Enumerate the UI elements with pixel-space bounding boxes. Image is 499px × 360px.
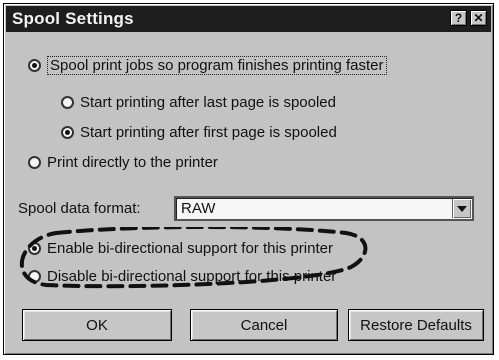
start-after-first-radio[interactable] (61, 126, 74, 139)
enable-bidi-label: Enable bi-directional support for this p… (47, 240, 333, 257)
spool-settings-dialog: Spool Settings ? ✕ Spool print jobs so p… (3, 3, 494, 355)
spool-label: Spool print jobs so program finishes pri… (47, 56, 387, 75)
start-after-last-radio[interactable] (61, 96, 74, 109)
title-bar: Spool Settings ? ✕ (6, 6, 491, 32)
disable-bidi-label: Disable bi-directional support for this … (47, 268, 337, 285)
start-after-last-label: Start printing after last page is spoole… (80, 94, 336, 111)
spool-radio[interactable] (28, 59, 41, 72)
start-after-first-label: Start printing after first page is spool… (80, 124, 337, 141)
print-direct-label: Print directly to the printer (47, 154, 218, 171)
enable-bidi-radio[interactable] (28, 242, 41, 255)
spool-option[interactable]: Spool print jobs so program finishes pri… (28, 56, 387, 75)
disable-bidi-radio[interactable] (28, 270, 41, 283)
chevron-down-icon[interactable] (452, 199, 471, 218)
enable-bidi-option[interactable]: Enable bi-directional support for this p… (28, 240, 333, 257)
spool-format-select[interactable]: RAW (174, 196, 474, 221)
print-direct-radio[interactable] (28, 156, 41, 169)
dialog-title: Spool Settings (12, 9, 134, 28)
spool-format-label: Spool data format: (18, 200, 141, 217)
ok-button[interactable]: OK (22, 309, 172, 341)
restore-defaults-button[interactable]: Restore Defaults (348, 309, 484, 341)
print-direct-option[interactable]: Print directly to the printer (28, 154, 218, 171)
close-icon[interactable]: ✕ (470, 10, 487, 26)
start-after-last-option[interactable]: Start printing after last page is spoole… (61, 94, 336, 111)
start-after-first-option[interactable]: Start printing after first page is spool… (61, 124, 337, 141)
spool-format-value: RAW (181, 200, 216, 217)
cancel-button[interactable]: Cancel (190, 309, 338, 341)
disable-bidi-option[interactable]: Disable bi-directional support for this … (28, 268, 336, 285)
help-icon[interactable]: ? (450, 10, 467, 26)
title-buttons: ? ✕ (450, 10, 487, 26)
